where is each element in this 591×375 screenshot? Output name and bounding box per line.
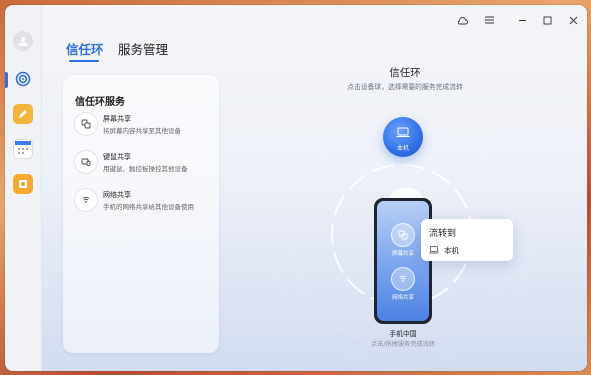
sidebar <box>5 5 42 371</box>
tab-service-management[interactable]: 服务管理 <box>118 39 168 58</box>
network-share-icon <box>75 189 97 211</box>
network-share-icon <box>391 267 415 291</box>
service-desc: 将屏幕内容共享至其他设备 <box>103 127 181 135</box>
avatar[interactable] <box>13 31 33 51</box>
phone-tile-screen-share[interactable]: 屏幕共享 <box>388 223 418 259</box>
maximize-icon[interactable] <box>538 11 556 29</box>
notes-app-icon[interactable] <box>13 104 33 124</box>
screen-share-icon <box>391 223 415 247</box>
service-item-screen-share[interactable]: 屏幕共享 将屏幕内容共享至其他设备 <box>75 113 215 139</box>
service-item-keyboard-mouse[interactable]: 键鼠共享 用键鼠、触控板操控其他设备 <box>75 151 215 177</box>
popup-item-this-device[interactable]: 本机 <box>429 245 459 256</box>
service-name: 网络共享 <box>103 191 131 199</box>
screen-share-icon <box>75 113 97 135</box>
phone-hint: 点击/拖拽服务完成流转 <box>371 341 435 348</box>
service-desc: 手机的网络共享给其他设备使用 <box>103 203 194 211</box>
main-subtitle: 点击设备球，选择需要的服务完成流转 <box>347 83 463 91</box>
this-device-label: 本机 <box>396 144 409 152</box>
active-indicator <box>5 72 8 88</box>
laptop-icon <box>396 123 410 142</box>
tile-label: 屏幕共享 <box>391 251 414 257</box>
services-panel: 信任环服务 屏幕共享 将屏幕内容共享至其他设备 键鼠共享 用键鼠、触控板操控其他… <box>63 75 219 353</box>
main-title: 信任环 <box>389 67 421 79</box>
phone-screen: 屏幕共享 网络共享 <box>377 201 429 321</box>
calendar-app-icon[interactable] <box>13 139 33 159</box>
gallery-app-icon[interactable] <box>13 174 33 194</box>
close-icon[interactable] <box>564 11 582 29</box>
phone-device[interactable]: 屏幕共享 网络共享 <box>374 198 432 324</box>
minimize-icon[interactable] <box>513 11 531 29</box>
panel-title: 信任环服务 <box>75 97 125 108</box>
service-name: 键鼠共享 <box>103 153 131 161</box>
super-device-app-icon[interactable] <box>13 69 33 89</box>
service-name: 屏幕共享 <box>103 115 131 123</box>
laptop-icon <box>429 245 439 256</box>
popup-item-label: 本机 <box>444 246 459 255</box>
service-desc: 用键鼠、触控板操控其他设备 <box>103 165 188 173</box>
tile-label: 网络共享 <box>391 295 414 301</box>
cloud-sync-icon[interactable] <box>453 11 471 29</box>
keyboard-mouse-icon <box>75 151 97 173</box>
transfer-popup: 流转到 本机 <box>421 219 513 261</box>
this-device-orb[interactable]: 本机 <box>383 117 423 157</box>
app-window: 信任环 服务管理 信任环服务 屏幕共享 将屏幕内容共享至其他设备 键鼠共享 用键… <box>5 5 587 371</box>
tab-trust-ring[interactable]: 信任环 <box>66 39 104 58</box>
phone-name: 手机中国 <box>389 330 417 338</box>
tab-underline <box>69 60 99 62</box>
phone-tile-network-share[interactable]: 网络共享 <box>388 267 418 303</box>
menu-icon[interactable] <box>480 11 498 29</box>
service-item-network-share[interactable]: 网络共享 手机的网络共享给其他设备使用 <box>75 189 215 215</box>
popup-title: 流转到 <box>429 229 457 239</box>
